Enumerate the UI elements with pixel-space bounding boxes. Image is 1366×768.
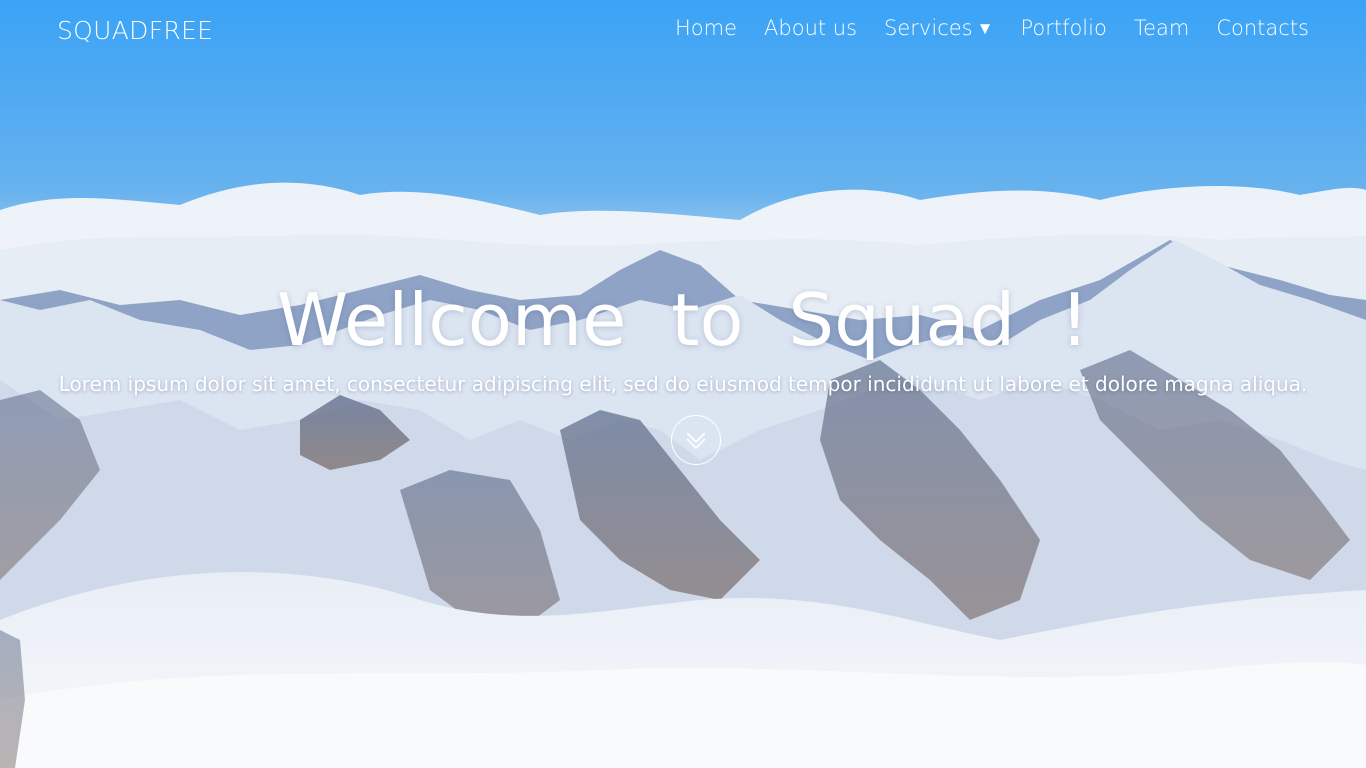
scroll-down-button[interactable]	[671, 415, 721, 465]
nav-item-team[interactable]: Team	[1134, 16, 1190, 40]
main-nav: Home About us Services ▼ Portfolio Team …	[648, 16, 1309, 40]
hero-headline: Wellcome to Squad !	[276, 278, 1089, 362]
brand-logo[interactable]: SQUADFREE	[57, 16, 213, 45]
nav-item-services-label: Services	[884, 16, 973, 40]
caret-down-icon: ▼	[976, 19, 994, 39]
nav-item-portfolio[interactable]: Portfolio	[1020, 16, 1106, 40]
nav-item-services[interactable]: Services ▼	[884, 16, 993, 40]
hero-section: SQUADFREE Home About us Services ▼ Portf…	[0, 0, 1366, 768]
double-chevron-down-icon	[686, 432, 706, 449]
nav-item-about-us[interactable]: About us	[764, 16, 857, 40]
top-navbar: SQUADFREE Home About us Services ▼ Portf…	[0, 0, 1366, 60]
hero-subtext: Lorem ipsum dolor sit amet, consectetur …	[58, 372, 1308, 396]
nav-item-contacts[interactable]: Contacts	[1216, 16, 1309, 40]
nav-item-home[interactable]: Home	[675, 16, 737, 40]
